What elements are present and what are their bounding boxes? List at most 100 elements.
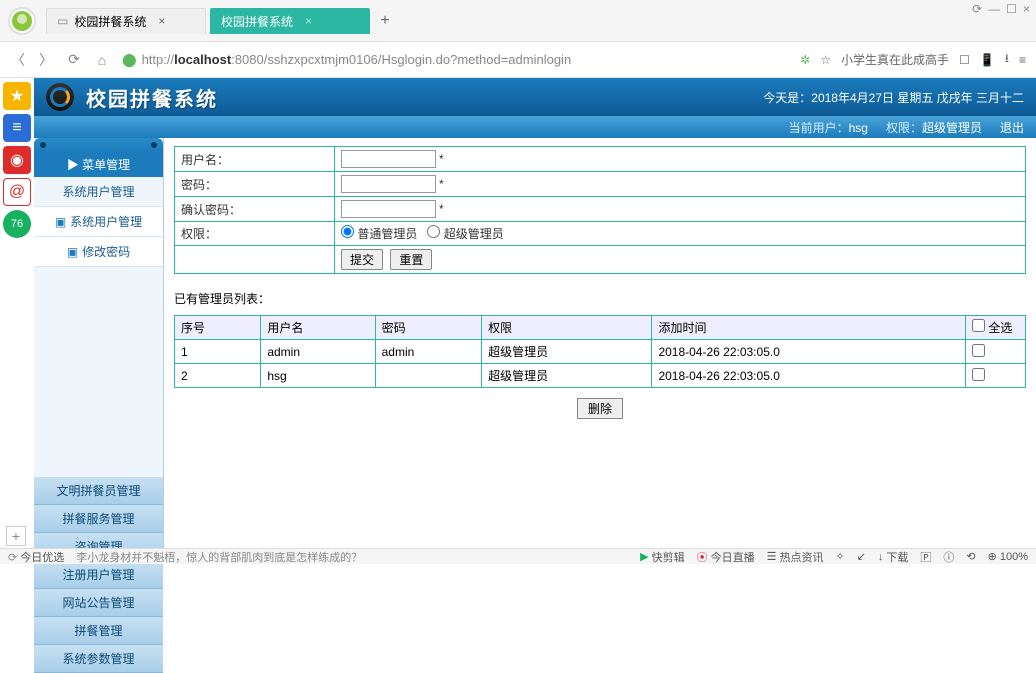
col-time: 添加时间 [652,316,966,340]
menu-icon[interactable]: ≡ [1019,53,1026,67]
role-radio-super[interactable]: 超级管理员 [427,227,503,241]
sidebar-item-service-manage[interactable]: 拼餐服务管理 [34,505,163,533]
browser-tab-2[interactable]: 校园拼餐系统 × [210,8,370,34]
reset-button[interactable]: 重置 [390,249,432,270]
tab-title: 校园拼餐系统 [74,13,146,30]
browser-tab-1[interactable]: ▭ 校园拼餐系统 × [46,8,206,34]
close-icon[interactable]: × [305,14,312,28]
password-input[interactable] [341,175,436,193]
toolbar-right: ✲ ☆ 小学生真在此成高手 ☐ 📱 ⭳ ≡ [800,49,1026,70]
window-controls: ⟳ — ☐ × [972,2,1030,16]
url-prefix: http:// [142,52,175,67]
status-icon[interactable]: ↙ [857,550,866,563]
col-role: 权限 [482,316,652,340]
status-left[interactable]: ⟳ 今日优选 [8,549,64,565]
close-icon[interactable]: × [158,14,165,28]
row-checkbox[interactable] [972,368,985,381]
sidebar-header-decoration [34,138,163,152]
role-radio-normal[interactable]: 普通管理员 [341,227,417,241]
forward-button[interactable]: 〉 [38,52,54,68]
bullet-icon: ▣ [67,245,78,259]
sidebar-item-civil-manage[interactable]: 文明拼餐员管理 [34,477,163,505]
row-checkbox[interactable] [972,344,985,357]
current-user: 当前用户：hsg [789,119,868,136]
page-icon: ▭ [57,14,68,28]
admin-form-table: 用户名： * 密码： * 确认密码： * 权限： 普通管理员 超级管理 [174,146,1026,274]
phone-icon[interactable]: 📱 [980,53,995,67]
sidebar-item-change-password[interactable]: ▣修改密码 [34,237,163,267]
sync-icon[interactable]: ✲ [800,53,810,67]
password-label: 密码： [175,172,335,197]
app-userbar: 当前用户：hsg 权限：超级管理员 退出 [34,116,1036,138]
dock-badge-icon[interactable]: 76 [3,210,31,238]
dock-weibo-icon[interactable]: ◉ [3,146,31,174]
close-button[interactable]: × [1023,2,1030,16]
logout-link[interactable]: 退出 [1000,119,1024,136]
slogan: 小学生真在此成高手 [841,51,949,68]
download-icon[interactable]: ⭳ [1005,49,1009,70]
star-icon[interactable]: ☆ [820,53,831,67]
status-item[interactable]: ▶快剪辑 [640,549,684,565]
main-content: 用户名： * 密码： * 确认密码： * 权限： 普通管理员 超级管理 [164,138,1036,548]
dock-star-icon[interactable]: ★ [3,82,31,110]
delete-button[interactable]: 删除 [577,398,623,419]
bullet-icon: ▣ [55,215,66,229]
required-star: * [439,177,444,191]
dock-at-icon[interactable]: @ [3,178,31,206]
admin-list-table: 序号 用户名 密码 权限 添加时间 全选 1 admin admin 超级管理员… [174,315,1026,388]
cloud-icon[interactable]: ⟳ [972,2,982,16]
home-button[interactable]: ⌂ [94,52,110,68]
col-user: 用户名 [261,316,375,340]
col-select-all: 全选 [966,316,1026,340]
sidebar-item-notice-manage[interactable]: 网站公告管理 [34,589,163,617]
os-side-dock: ★ ≡ ◉ @ 76 [0,78,34,548]
profile-avatar[interactable] [8,7,36,35]
sidebar-menu-header[interactable]: ▶ 菜单管理 [34,152,163,177]
app-header: 校园拼餐系统 今天是：2018年4月27日 星期五 戊戌年 三月十二 [34,78,1036,116]
minimize-button[interactable]: — [988,2,1000,16]
sidebar-item-system-user-manage[interactable]: ▣系统用户管理 [34,207,163,237]
table-row: 1 admin admin 超级管理员 2018-04-26 22:03:05.… [175,340,1026,364]
sidebar-item-register-user[interactable]: 注册用户管理 [34,561,163,589]
confirm-password-label: 确认密码： [175,197,335,222]
site-identity-icon: ⬤ [122,52,137,68]
sidebar-item-system-user[interactable]: 系统用户管理 [34,177,163,207]
dock-list-icon[interactable]: ≡ [3,114,31,142]
maximize-button[interactable]: ☐ [1006,2,1017,16]
required-star: * [439,202,444,216]
browser-toolbar: 〈 〉 ⟳ ⌂ ⬤ http://localhost:8080/sshzxpcx… [0,42,1036,78]
role-label: 权限： [175,222,335,246]
app-window: 校园拼餐系统 今天是：2018年4月27日 星期五 戊戌年 三月十二 当前用户：… [34,78,1036,548]
select-all-checkbox[interactable] [972,319,985,332]
zoom-level[interactable]: ⊕ 100% [988,550,1028,563]
status-icon[interactable]: ✧ [835,550,844,563]
new-tab-button[interactable]: + [372,8,398,34]
list-title: 已有管理员列表： [174,290,1026,307]
username-input[interactable] [341,150,436,168]
app-title: 校园拼餐系统 [86,83,218,112]
app-icon[interactable]: ☐ [959,53,970,67]
status-icon[interactable]: ⓘ [943,549,954,565]
address-bar[interactable]: ⬤ http://localhost:8080/sshzxpcxtmjm0106… [122,52,788,68]
status-item[interactable]: ☰热点资讯 [767,549,824,565]
status-item[interactable]: ⦿今日直播 [697,549,755,565]
url-host: localhost [174,52,231,67]
back-button[interactable]: 〈 [10,52,26,68]
sidebar-item-param-manage[interactable]: 系统参数管理 [34,645,163,673]
sidebar-item-meal-manage[interactable]: 拼餐管理 [34,617,163,645]
col-no: 序号 [175,316,261,340]
app-sidebar: ▶ 菜单管理 系统用户管理 ▣系统用户管理 ▣修改密码 文明拼餐员管理 拼餐服务… [34,138,164,548]
status-bar: ⟳ 今日优选 李小龙身材并不魁梧，惊人的背部肌肉到底是怎样练成的？ ▶快剪辑 ⦿… [0,548,1036,564]
add-button[interactable]: + [6,526,26,546]
required-star: * [439,152,444,166]
status-icon[interactable]: ⟲ [966,550,975,563]
table-row: 2 hsg 超级管理员 2018-04-26 22:03:05.0 [175,364,1026,388]
app-logo-icon [46,83,74,111]
status-download[interactable]: ↓ 下载 [878,549,909,565]
status-news[interactable]: 李小龙身材并不魁梧，惊人的背部肌肉到底是怎样练成的？ [76,549,362,565]
reload-button[interactable]: ⟳ [66,52,82,68]
status-icon[interactable]: 🄿 [920,549,931,565]
confirm-password-input[interactable] [341,200,436,218]
username-label: 用户名： [175,147,335,172]
submit-button[interactable]: 提交 [341,249,383,270]
